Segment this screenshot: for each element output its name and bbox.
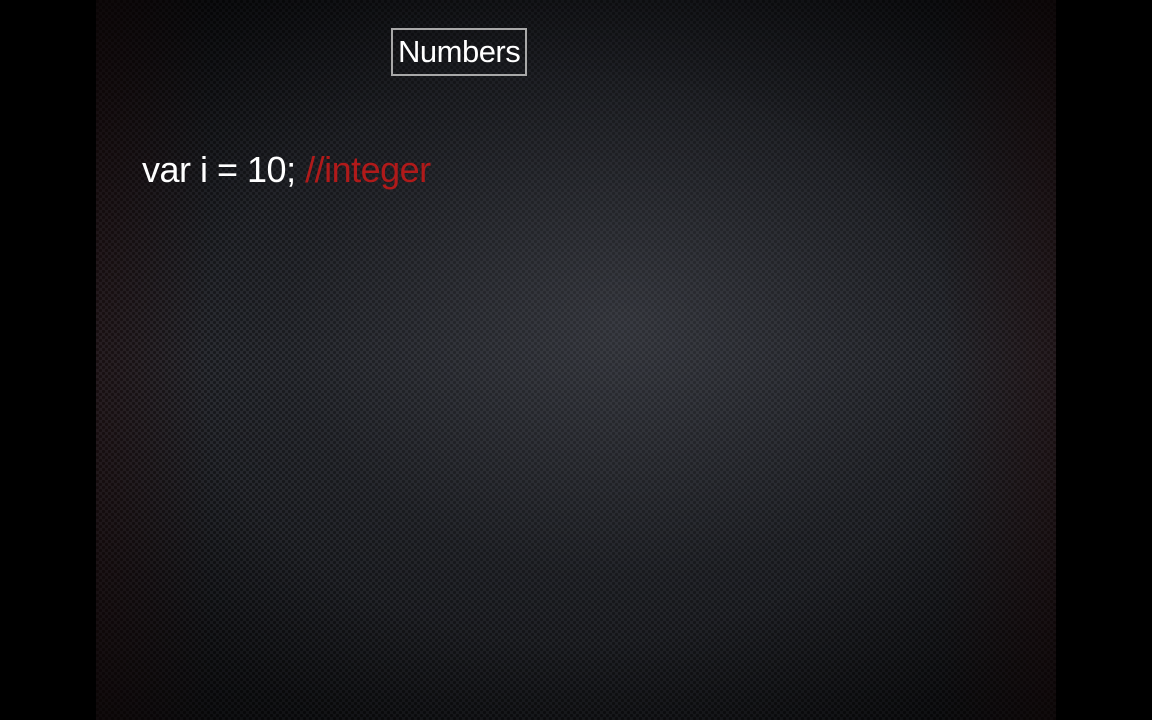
slide: Numbers var i = 10; //integer <box>96 0 1056 720</box>
code-comment: //integer <box>305 149 431 190</box>
presentation-stage: Numbers var i = 10; //integer <box>0 0 1152 720</box>
slide-vignette <box>96 0 1056 720</box>
slide-title: Numbers <box>391 28 528 76</box>
code-statement: var i = 10; <box>142 149 306 190</box>
code-line: var i = 10; //integer <box>142 148 431 192</box>
